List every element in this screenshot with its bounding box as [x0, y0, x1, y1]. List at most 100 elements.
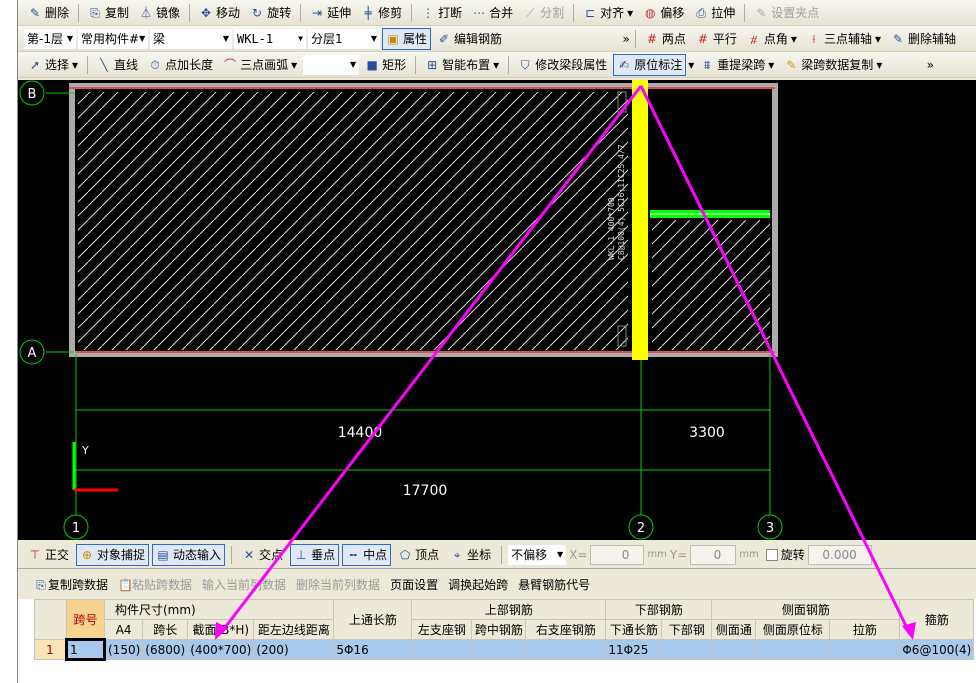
trim-button[interactable]: ╪ 修剪	[357, 2, 406, 24]
paste-span-data[interactable]: 📋粘贴跨数据	[118, 576, 192, 593]
more-icon[interactable]: »	[927, 58, 934, 72]
point-length-button[interactable]: ⏱ 点加长度	[144, 54, 217, 76]
move-button[interactable]: ✥ 移动	[195, 2, 244, 24]
arc-button[interactable]: ⌒ 三点画弧 ▾	[219, 54, 301, 76]
label: 重提梁跨	[717, 58, 766, 72]
offset-select[interactable]: 不偏移 ▼	[508, 544, 567, 565]
table-row[interactable]: 1 1 (150) (6800) (400*700) (200) 5Φ16 11…	[34, 638, 975, 661]
component-select[interactable]: WKL-1 ▼	[234, 28, 306, 49]
smart-layout-button[interactable]: ⊞ 智能布置 ▾	[421, 54, 503, 76]
delete-aux-button[interactable]: ✎ 删除辅轴	[887, 28, 960, 50]
top-through-cell[interactable]: 5Φ16	[333, 639, 413, 660]
y-input[interactable]: 0	[690, 544, 737, 565]
stretch-button[interactable]: ⎙ 拉伸	[690, 2, 739, 24]
copy-span-data-button[interactable]: ✎ 梁跨数据复制 ▾	[780, 54, 886, 76]
label: 移动	[216, 6, 241, 20]
label: 延伸	[327, 6, 352, 20]
parallel-aux-button[interactable]: # 平行	[692, 28, 741, 50]
intersection-snap[interactable]: ✕ 交点	[238, 544, 287, 566]
label: 顶点	[415, 548, 440, 562]
align-button[interactable]: ⊏ 对齐 ▾	[579, 2, 637, 24]
label: 智能布置	[442, 58, 491, 72]
copy-button[interactable]: ⎘ 复制	[84, 2, 133, 24]
break-button[interactable]: ⋮ 打断	[417, 2, 466, 24]
re-extract-span-button[interactable]: ⩩ 重提梁跨 ▾	[696, 54, 778, 76]
label: 属性	[403, 32, 428, 46]
mid-span-cell[interactable]	[471, 639, 527, 660]
span-cell[interactable]: 1	[65, 638, 106, 661]
cantilever-rebar-code[interactable]: 悬臂钢筋代号	[518, 576, 590, 593]
distance-cell[interactable]: (200)	[253, 639, 335, 660]
delete-button[interactable]: ✎ 删除	[24, 2, 73, 24]
point-angle-button[interactable]: ⧣ 点角 ▾	[743, 28, 801, 50]
x-input[interactable]: 0	[590, 544, 645, 565]
floor-select[interactable]: 第-1层 ▼	[24, 28, 76, 49]
rotate-input[interactable]: 0.000	[807, 544, 872, 565]
extend-button[interactable]: ⇥ 延伸	[306, 2, 355, 24]
side-situ-cell[interactable]	[755, 639, 831, 660]
vertex-snap[interactable]: ⬠ 顶点	[394, 544, 443, 566]
snap-toolbar: ⊤ 正交 ⊕ 对象捕捉 ▤ 动态输入 ✕ 交点 ⊥ 垂点 ╍ 中点 ⬠ 顶点 ⌖ 坐标 不偏移 ▼…	[18, 541, 976, 568]
left-support-cell[interactable]	[411, 639, 473, 660]
rotate-checkbox[interactable]	[765, 548, 778, 561]
label: 动态输入	[173, 548, 222, 562]
midpoint-icon: ╍	[349, 547, 357, 562]
rect-button[interactable]: ■ 矩形	[361, 54, 410, 76]
two-point-aux-button[interactable]: # 两点	[641, 28, 690, 50]
drawing-canvas[interactable]: WKL-1 400*700 C8@100(4) 5C16;11C25 4/7 B…	[18, 80, 976, 540]
mirror-button[interactable]: ⏃ 镜像	[135, 2, 184, 24]
span-icon: ⩩	[704, 57, 711, 72]
right-support-cell[interactable]	[525, 639, 607, 660]
merge-button[interactable]: ⋯ 合并	[468, 2, 517, 24]
merge-icon: ⋯	[473, 5, 486, 20]
offset-button[interactable]: ◍ 偏移	[639, 2, 688, 24]
section-cell[interactable]: (400*700)	[187, 639, 255, 660]
dynamic-input-button[interactable]: ▤ 动态输入	[152, 543, 226, 566]
pentagon-icon: ⬠	[399, 547, 411, 562]
rotate-button[interactable]: ↻ 旋转	[246, 2, 295, 24]
col-header: 左支座钢	[411, 619, 473, 640]
in-situ-annotation-button[interactable]: ✍ 原位标注	[613, 53, 687, 76]
bottom-through-cell[interactable]: 11Φ25	[605, 639, 663, 660]
modify-span-button[interactable]: ⛉ 修改梁段属性	[514, 54, 611, 76]
arc-option-select[interactable]: ▼	[303, 54, 360, 75]
category-select[interactable]: 常用构件# ▼	[78, 28, 148, 49]
perpendicular-snap[interactable]: ⊥ 垂点	[290, 543, 340, 566]
object-snap-button[interactable]: ⊕ 对象捕捉	[76, 543, 150, 566]
bottom-cell[interactable]	[661, 639, 713, 660]
delete-column-data[interactable]: 删除当前列数据	[296, 576, 380, 593]
split-button[interactable]: ⟋ 分割	[519, 2, 568, 24]
page-setup[interactable]: 页面设置	[390, 576, 438, 593]
select-button[interactable]: ➚ 选择 ▾	[24, 54, 82, 76]
a4-cell[interactable]: (150)	[103, 639, 144, 660]
input-column-data[interactable]: 输入当前列数据	[202, 576, 286, 593]
edit-rebar-button[interactable]: ✐ 编辑钢筋	[433, 28, 506, 50]
selected-beam[interactable]	[632, 80, 648, 360]
grid-icon: ⊞	[427, 57, 438, 72]
ortho-button[interactable]: ⊤ 正交	[24, 544, 73, 566]
coordinate-snap[interactable]: ⌖ 坐标	[446, 544, 495, 566]
col-header: 侧面原位标	[755, 619, 831, 640]
tie-cell[interactable]	[829, 639, 901, 660]
property-button[interactable]: ▣ 属性	[382, 27, 432, 50]
col-header: 侧面钢筋	[711, 599, 901, 620]
span-length-cell[interactable]: (6800)	[142, 639, 189, 660]
annotate-icon: ✍	[619, 57, 630, 72]
layer-select[interactable]: 分层1 ▼	[308, 28, 380, 49]
label: 修改梁段属性	[535, 58, 608, 72]
paste-icon: 📋	[118, 577, 133, 592]
label: 设置夹点	[771, 6, 820, 20]
col-header: 箍筋	[899, 599, 975, 640]
more-icon[interactable]: »	[623, 32, 630, 46]
midpoint-snap[interactable]: ╍ 中点	[342, 543, 392, 566]
stirrup-cell[interactable]: Φ6@100(4)	[899, 639, 975, 660]
type-select[interactable]: 梁 ▼	[150, 28, 232, 49]
copy-span-data[interactable]: ⎘ 复制跨数据	[34, 576, 108, 593]
set-grip-button[interactable]: ✎ 设置夹点	[750, 2, 823, 24]
three-point-aux-button[interactable]: ⟊ 三点辅轴 ▾	[803, 28, 885, 50]
panel-toolbar: ⎘ 复制跨数据 📋粘贴跨数据 输入当前列数据 删除当前列数据 页面设置 调换起始跨…	[18, 569, 976, 599]
swap-start-span[interactable]: 调换起始跨	[448, 576, 508, 593]
side-through-cell[interactable]	[711, 639, 757, 660]
line-button[interactable]: ╲ 直线	[93, 54, 142, 76]
label: 坐标	[467, 548, 492, 562]
